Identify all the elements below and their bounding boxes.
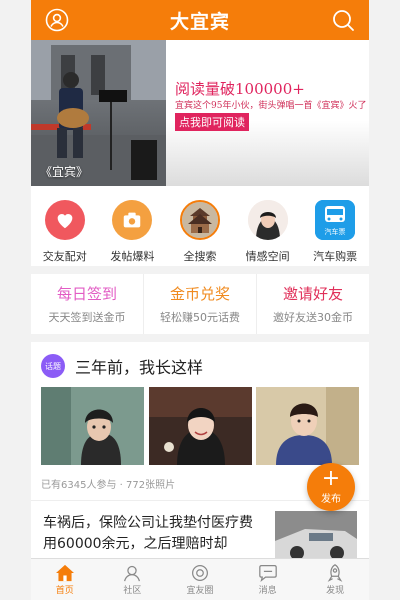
quick-item-search[interactable]: 全搜索 xyxy=(166,186,234,266)
tab-label: 宜友圈 xyxy=(186,585,214,596)
bus-ticket-icon: 汽车票 xyxy=(315,200,356,240)
tab-label: 发现 xyxy=(326,585,345,596)
quick-label: 发帖爆料 xyxy=(110,250,155,263)
quick-label: 情感空间 xyxy=(245,250,290,263)
plus-icon: + xyxy=(321,466,341,491)
quick-item-bus-ticket[interactable]: 汽车票 汽车购票 xyxy=(301,186,369,266)
news-headline: 车祸后，保险公司让我垫付医疗费用60000余元，之后理赔时却 xyxy=(43,515,253,552)
tab-friends-circle[interactable]: 宜友圈 xyxy=(166,559,234,600)
tab-label: 消息 xyxy=(258,585,277,596)
search-icon[interactable] xyxy=(331,8,355,32)
home-icon xyxy=(55,564,74,581)
news-thumbnail xyxy=(275,511,357,561)
quick-item-dating[interactable]: 交友配对 xyxy=(31,186,99,266)
promo-row: 每日签到 天天签到送金币 金币兑奖 轻松赚50元话费 邀请好友 邀好友送30金币 xyxy=(31,274,369,334)
promo-sub: 轻松赚50元话费 xyxy=(160,311,240,324)
publish-button[interactable]: + 发布 xyxy=(307,463,355,511)
topic-photo[interactable] xyxy=(148,387,252,465)
banner-text-panel: 阅读量破100000+ 宜宾这个95年小伙，街头弹唱一首《宜宾》火了 点我即可阅… xyxy=(166,40,369,186)
topic-tag: 话题 xyxy=(41,354,65,378)
user-icon[interactable] xyxy=(45,8,69,32)
topic-title: 三年前，我长这样 xyxy=(75,358,204,377)
banner-subline: 宜宾这个95年小伙，街头弹唱一首《宜宾》火了 xyxy=(175,101,367,111)
promo-checkin[interactable]: 每日签到 天天签到送金币 xyxy=(31,274,144,334)
rocket-icon xyxy=(327,563,343,582)
banner-caption: 《宜宾》 xyxy=(40,165,89,179)
app-title: 大宜宾 xyxy=(169,10,230,33)
tab-label: 社区 xyxy=(123,585,142,596)
avatar-icon xyxy=(247,200,288,240)
topic-header: 话题 三年前，我长这样 xyxy=(41,354,203,378)
bottom-tab-bar: 首页 社区 宜友圈 消息 发现 xyxy=(31,558,369,600)
topic-photos xyxy=(41,387,359,465)
top-bar: 大宜宾 xyxy=(31,0,369,40)
promo-coin-redeem[interactable]: 金币兑奖 轻松赚50元话费 xyxy=(144,274,257,334)
camera-circle-icon xyxy=(192,564,208,581)
promo-invite[interactable]: 邀请好友 邀好友送30金币 xyxy=(257,274,369,334)
quick-item-post[interactable]: 发帖爆料 xyxy=(99,186,167,266)
promo-sub: 邀好友送30金币 xyxy=(273,311,353,324)
promo-title: 每日签到 xyxy=(56,285,117,303)
quick-item-emotion[interactable]: 情感空间 xyxy=(234,186,302,266)
tab-label: 首页 xyxy=(55,585,74,596)
promo-title: 邀请好友 xyxy=(282,285,343,303)
bus-ticket-badge: 汽车票 xyxy=(325,227,346,236)
quick-label: 交友配对 xyxy=(42,250,87,263)
banner-read-button[interactable]: 点我即可阅读 xyxy=(175,113,249,131)
heart-icon xyxy=(44,200,85,240)
tab-community[interactable]: 社区 xyxy=(99,559,167,600)
message-icon xyxy=(258,564,277,582)
tower-icon xyxy=(179,200,220,240)
news-item[interactable]: 车祸后，保险公司让我垫付医疗费用60000余元，之后理赔时却 xyxy=(31,500,369,561)
topic-photo[interactable] xyxy=(256,387,359,465)
banner-headline: 阅读量破100000+ xyxy=(175,80,305,98)
publish-label: 发布 xyxy=(321,494,341,505)
tab-home[interactable]: 首页 xyxy=(31,559,99,600)
quick-label: 汽车购票 xyxy=(313,250,358,263)
promo-banner[interactable]: 阅读量破100000+ 宜宾这个95年小伙，街头弹唱一首《宜宾》火了 点我即可阅… xyxy=(31,40,369,186)
quick-label: 全搜索 xyxy=(183,250,217,263)
app-screen: 大宜宾 阅读量破100000+ 宜宾这个95年小伙，街头弹唱一首《宜宾》火了 点… xyxy=(0,0,400,600)
community-icon xyxy=(124,565,141,581)
tab-messages[interactable]: 消息 xyxy=(234,559,302,600)
camera-icon xyxy=(112,200,153,240)
topic-photo[interactable] xyxy=(41,387,144,465)
promo-title: 金币兑奖 xyxy=(169,285,230,303)
promo-sub: 天天签到送金币 xyxy=(48,311,126,324)
topic-meta: 已有6345人参与 · 772张照片 xyxy=(41,480,176,491)
quick-actions: 交友配对 发帖爆料 全搜索 情感空间 汽车票 汽车购票 xyxy=(31,186,369,266)
tab-discover[interactable]: 发现 xyxy=(301,559,369,600)
